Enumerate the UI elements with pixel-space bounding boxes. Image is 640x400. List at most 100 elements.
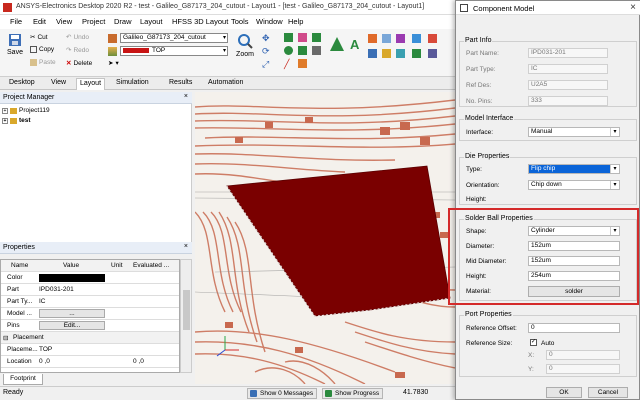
interface-select[interactable]: Manual ▾: [528, 127, 620, 137]
table-row[interactable]: Part IPD031-201: [1, 284, 179, 296]
pins-edit-button[interactable]: Edit...: [39, 321, 105, 330]
collapse-icon[interactable]: ⊟: [3, 334, 8, 342]
select-mode-button[interactable]: ➤ ▾: [108, 59, 119, 67]
menu-hfss-3d-layout[interactable]: HFSS 3D Layout: [172, 17, 228, 26]
draw-line-icon[interactable]: ╱: [284, 59, 293, 69]
show-progress-button[interactable]: Show Progress: [322, 388, 384, 399]
menu-draw[interactable]: Draw: [114, 17, 132, 26]
options-icon[interactable]: [428, 49, 437, 58]
redo-button[interactable]: ↷ Redo: [66, 46, 89, 55]
excitation-icon[interactable]: [368, 49, 377, 58]
undo-button[interactable]: ↶ Undo: [66, 33, 89, 42]
part-name-field: IPD031-201: [528, 48, 608, 58]
project-manager-header: Project Manager ×: [0, 92, 192, 104]
layer-select[interactable]: TOP ▾: [120, 46, 228, 56]
draw-void-icon[interactable]: [312, 33, 321, 42]
validate-icon[interactable]: [396, 34, 405, 43]
design-select[interactable]: Galileo_G87173_204_cutout ▾: [120, 33, 228, 43]
auto-checkbox[interactable]: ✓: [530, 339, 537, 346]
die-component[interactable]: [226, 165, 451, 317]
orientation-select[interactable]: Chip down ▾: [528, 180, 620, 190]
cancel-button[interactable]: Cancel: [588, 387, 628, 398]
tab-footprint[interactable]: Footprint: [3, 374, 43, 385]
table-row[interactable]: Model ... ...: [1, 308, 179, 320]
stackup-icon[interactable]: [412, 34, 421, 43]
save-button[interactable]: Save: [4, 33, 26, 56]
tab-layout[interactable]: Layout: [76, 78, 106, 90]
draw-trace-icon[interactable]: [298, 46, 307, 55]
y-label: Y:: [528, 366, 534, 373]
draw-polygon-icon[interactable]: [298, 33, 307, 42]
port-icon[interactable]: [368, 34, 377, 43]
die-properties-title: Die Properties: [464, 153, 511, 160]
auto-label: Auto: [541, 340, 555, 347]
table-row[interactable]: Part Ty... IC: [1, 296, 179, 308]
draw-via-icon[interactable]: [298, 59, 307, 68]
show-messages-button[interactable]: Show 0 Messages: [247, 388, 318, 399]
table-row[interactable]: Color: [1, 272, 179, 284]
cut-label: Cut: [37, 33, 48, 41]
redo-label: Redo: [73, 46, 89, 54]
tree-item-project119[interactable]: + Project119: [2, 107, 50, 114]
copy-button[interactable]: Copy: [30, 46, 54, 53]
menu-window[interactable]: Window: [256, 17, 283, 26]
rotate-icon[interactable]: ⟳: [262, 46, 271, 56]
table-group-row[interactable]: ⊟ Placement: [1, 332, 179, 344]
color-swatch[interactable]: [39, 274, 105, 282]
dialog-title: Component Model: [473, 4, 535, 13]
menu-view[interactable]: View: [56, 17, 72, 26]
expand-icon[interactable]: +: [2, 117, 8, 124]
analysis-icon[interactable]: [382, 49, 391, 58]
measure-icon[interactable]: [330, 37, 344, 51]
fit-icon[interactable]: ⤢: [262, 59, 271, 69]
draw-arc-icon[interactable]: [312, 46, 321, 55]
y-input[interactable]: 0: [546, 364, 620, 374]
paste-button[interactable]: Paste: [30, 59, 56, 66]
table-row[interactable]: Pins Edit...: [1, 320, 179, 332]
scrollbar-thumb[interactable]: [183, 290, 190, 330]
row-value: 0 ,0: [39, 358, 50, 365]
row-value: IPD031-201: [39, 286, 74, 293]
draw-rectangle-icon[interactable]: [284, 33, 293, 42]
close-icon[interactable]: ×: [184, 93, 188, 100]
table-row[interactable]: Placeme... TOP: [1, 344, 179, 356]
layers-icon[interactable]: [108, 47, 117, 56]
net-icon[interactable]: [412, 49, 421, 58]
zoom-button[interactable]: Zoom: [232, 33, 258, 58]
menu-tools[interactable]: Tools: [231, 17, 249, 26]
layout-viewport[interactable]: [195, 92, 455, 384]
menu-file[interactable]: File: [10, 17, 22, 26]
properties-scrollbar[interactable]: [180, 259, 192, 373]
text-icon[interactable]: A: [350, 37, 362, 52]
menu-edit[interactable]: Edit: [33, 17, 46, 26]
x-input[interactable]: 0: [546, 350, 620, 360]
tab-automation[interactable]: Automation: [205, 79, 246, 86]
pan-icon[interactable]: ✥: [262, 33, 271, 43]
die-type-select[interactable]: Flip chip ▾: [528, 164, 620, 174]
menu-help[interactable]: Help: [288, 17, 303, 26]
draw-circle-icon[interactable]: [284, 46, 293, 55]
tab-view[interactable]: View: [48, 79, 69, 86]
tree-item-test[interactable]: + test: [2, 117, 31, 124]
expand-icon[interactable]: +: [2, 107, 8, 114]
close-icon[interactable]: ×: [630, 2, 636, 13]
table-row[interactable]: Location 0 ,0 0 ,0: [1, 356, 179, 368]
component-icon[interactable]: [108, 34, 117, 43]
tab-desktop[interactable]: Desktop: [6, 79, 38, 86]
menu-layout[interactable]: Layout: [140, 17, 163, 26]
boundary-icon[interactable]: [382, 34, 391, 43]
results-icon[interactable]: [396, 49, 405, 58]
highlight-box: [448, 208, 639, 305]
die-type-value: Flip chip: [531, 165, 556, 172]
reference-offset-input[interactable]: 0: [528, 323, 620, 333]
delete-button[interactable]: ✕ Delete: [66, 59, 92, 68]
tab-simulation[interactable]: Simulation: [113, 79, 152, 86]
orientation-value: Chip down: [531, 181, 562, 188]
tab-results[interactable]: Results: [166, 79, 195, 86]
close-icon[interactable]: ×: [184, 243, 188, 250]
menu-project[interactable]: Project: [82, 17, 105, 26]
model-button[interactable]: ...: [39, 309, 105, 318]
ok-button[interactable]: OK: [546, 387, 582, 398]
cut-button[interactable]: ✂ Cut: [30, 33, 48, 42]
component-edit-icon[interactable]: [428, 34, 437, 43]
